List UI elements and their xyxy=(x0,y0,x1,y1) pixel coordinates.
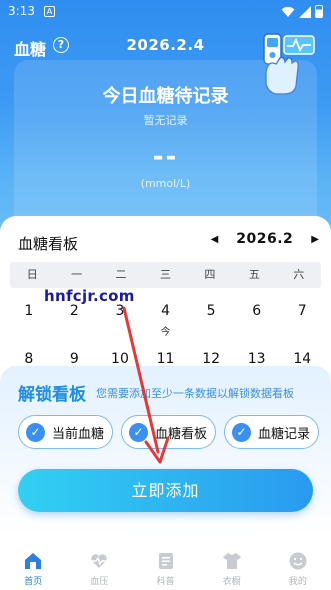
unlock-description: 您需要添加至少一条数据以解锁数据看板 xyxy=(96,387,294,400)
weekday-label: 三 xyxy=(159,268,171,281)
tab-label: 科普 xyxy=(156,577,175,587)
calendar-day[interactable]: 5 xyxy=(188,303,234,343)
weekday-label: 日 xyxy=(26,268,38,281)
day-number: 1 xyxy=(24,303,34,319)
tab-label: 首页 xyxy=(24,577,43,587)
check-icon: ✓ xyxy=(129,422,149,442)
day-number: 9 xyxy=(69,351,79,367)
calendar-day[interactable]: 1 xyxy=(6,303,52,343)
day-number: 12 xyxy=(202,351,221,367)
day-number: 13 xyxy=(247,351,266,367)
prev-month-button[interactable]: ◀ xyxy=(211,234,219,245)
status-time: 3:13 xyxy=(8,4,35,18)
weekday-label: 六 xyxy=(293,268,305,281)
today-glucose-card[interactable]: 今日血糖待记录 暂无记录 -- (mmol/L) xyxy=(14,60,317,240)
today-subtitle: 暂无记录 xyxy=(143,114,188,127)
bottom-tab-bar: 首页 血压 科普 衣橱 我的 xyxy=(0,540,331,590)
tab-profile[interactable]: 我的 xyxy=(265,540,331,590)
day-number: 10 xyxy=(111,351,129,367)
day-number: 11 xyxy=(156,351,175,367)
check-icon: ✓ xyxy=(26,422,45,442)
today-title: 今日血糖待记录 xyxy=(102,86,229,107)
today-unit: (mmol/L) xyxy=(140,177,191,190)
day-number: 5 xyxy=(206,303,216,319)
check-icon: ✓ xyxy=(232,422,252,442)
calendar-day[interactable]: 2 xyxy=(52,303,98,343)
tab-blood-pressure[interactable]: 血压 xyxy=(66,540,132,590)
weekday-label: 二 xyxy=(115,268,127,281)
calendar-week: 1 2 3 4今 5 6 7 xyxy=(0,303,331,343)
signal-icon xyxy=(299,5,311,18)
month-navigator: ◀ 2026.2 ▶ xyxy=(211,231,319,247)
tab-home[interactable]: 首页 xyxy=(0,540,66,590)
calendar-day[interactable]: 6 xyxy=(234,303,280,343)
tab-wardrobe[interactable]: 衣橱 xyxy=(199,540,265,590)
chip-label: 血糖记录 xyxy=(258,426,311,442)
day-number: 8 xyxy=(24,351,34,367)
weekday-label: 一 xyxy=(71,268,83,281)
clothing-icon xyxy=(222,553,241,569)
battery-icon xyxy=(315,5,323,18)
unlock-panel: 解锁看板 您需要添加至少一条数据以解锁数据看板 ✓ 当前血糖 ✓ 血糖看板 ✓ … xyxy=(0,366,331,536)
tab-science[interactable]: 科普 xyxy=(132,540,198,590)
wifi-icon xyxy=(281,6,295,17)
today-value: -- xyxy=(152,142,179,172)
home-icon xyxy=(25,553,42,569)
add-now-button[interactable]: 立即添加 xyxy=(18,469,313,512)
feature-chip-glucose-board[interactable]: ✓ 血糖看板 xyxy=(121,415,217,449)
board-title: 血糖看板 xyxy=(18,235,79,253)
chip-label: 血糖看板 xyxy=(155,426,208,442)
tab-label: 衣橱 xyxy=(222,577,241,587)
status-icons xyxy=(281,5,323,18)
day-number: 2 xyxy=(69,303,79,319)
weekday-label: 四 xyxy=(204,268,216,281)
weekday-header: 日 一 二 三 四 五 六 xyxy=(10,262,321,288)
tab-label: 我的 xyxy=(288,577,307,587)
calendar-day[interactable]: 7 xyxy=(279,303,325,343)
next-month-button[interactable]: ▶ xyxy=(311,234,319,245)
feature-chip-current-glucose[interactable]: ✓ 当前血糖 xyxy=(18,415,114,449)
document-icon xyxy=(158,553,173,569)
today-marker: 今 xyxy=(160,327,171,338)
feature-chip-glucose-records[interactable]: ✓ 血糖记录 xyxy=(224,415,320,449)
unlock-features: ✓ 当前血糖 ✓ 血糖看板 ✓ 血糖记录 xyxy=(18,415,320,449)
heart-pulse-icon xyxy=(91,554,108,568)
calendar-day[interactable]: 3 xyxy=(97,303,143,343)
day-number: 6 xyxy=(252,303,262,319)
chip-label: 当前血糖 xyxy=(52,426,105,442)
notification-icon: A xyxy=(44,6,55,17)
day-number: 14 xyxy=(293,351,312,367)
month-label: 2026.2 xyxy=(236,231,294,247)
unlock-title: 解锁看板 xyxy=(18,385,86,405)
day-number: 3 xyxy=(115,303,125,319)
weekday-label: 五 xyxy=(248,268,260,281)
smile-icon xyxy=(289,552,307,570)
day-number: 7 xyxy=(297,303,307,319)
status-bar: 3:13 A xyxy=(0,0,331,24)
day-number: 4 xyxy=(161,303,170,319)
calendar-day-today[interactable]: 4今 xyxy=(143,303,189,343)
tab-label: 血压 xyxy=(90,577,109,587)
watermark-text: hnfcjr.com xyxy=(44,287,135,305)
